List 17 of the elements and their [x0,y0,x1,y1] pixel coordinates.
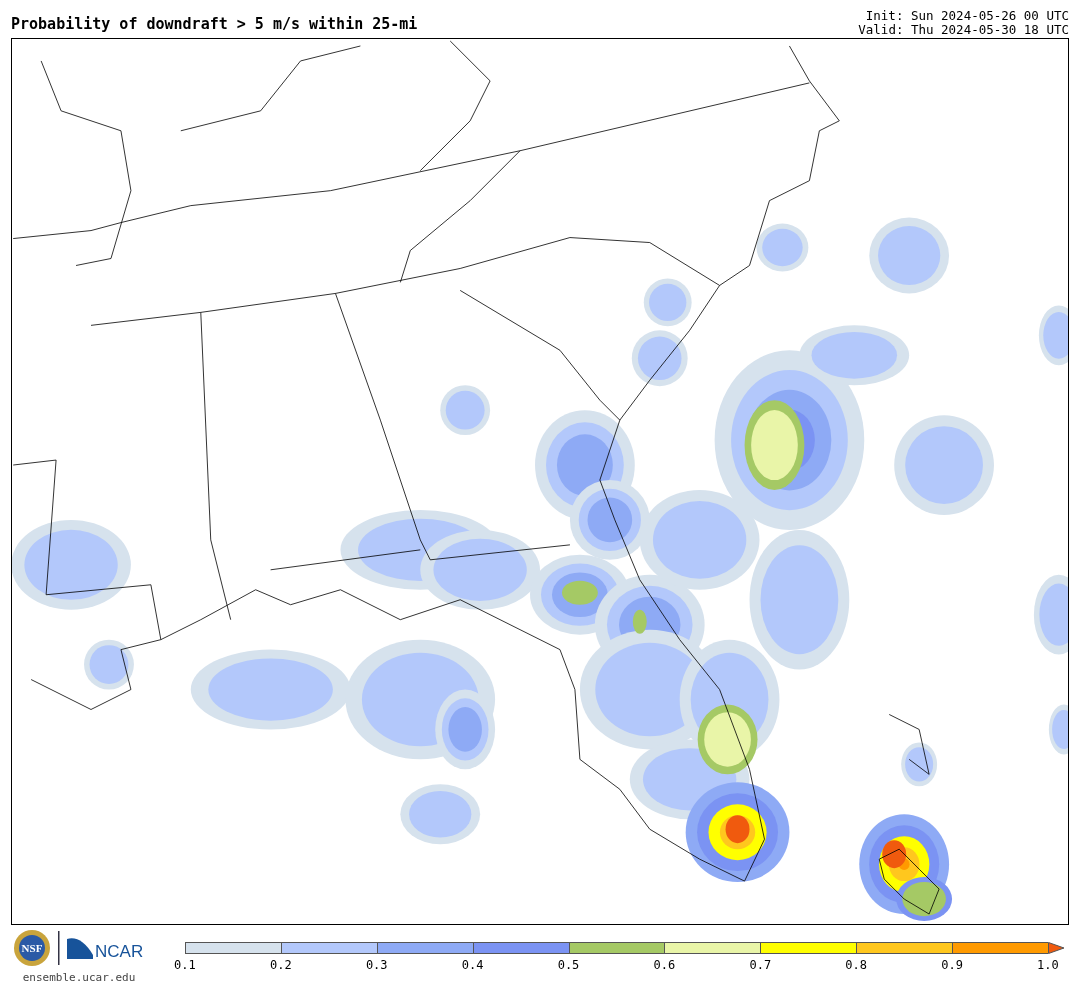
tick-label: 0.6 [652,958,677,972]
tick-label: 0.7 [748,958,773,972]
valid-time: Valid: Thu 2024-05-30 18 UTC [858,23,1069,37]
seal-logo-text: NSF [21,942,43,954]
tick-label: 0.9 [940,958,964,972]
tick-label: 0.1 [173,958,197,972]
chart-title: Probability of downdraft > 5 m/s within 25-mi [11,15,418,35]
tick-label: 0.4 [460,958,485,972]
site-url: ensemble.ucar.edu [22,971,136,984]
logo-divider-icon [57,931,61,965]
tick-label: 0.3 [364,958,389,972]
tick-label: 0.5 [556,958,581,972]
tick-label: 1.0 [1036,958,1060,972]
init-time: Init: Sun 2024-05-26 00 UTC [865,9,1069,23]
ncar-logo-text: NCAR [95,942,144,961]
tick-label: 0.8 [844,958,868,972]
tick-label: 0.2 [269,958,293,972]
